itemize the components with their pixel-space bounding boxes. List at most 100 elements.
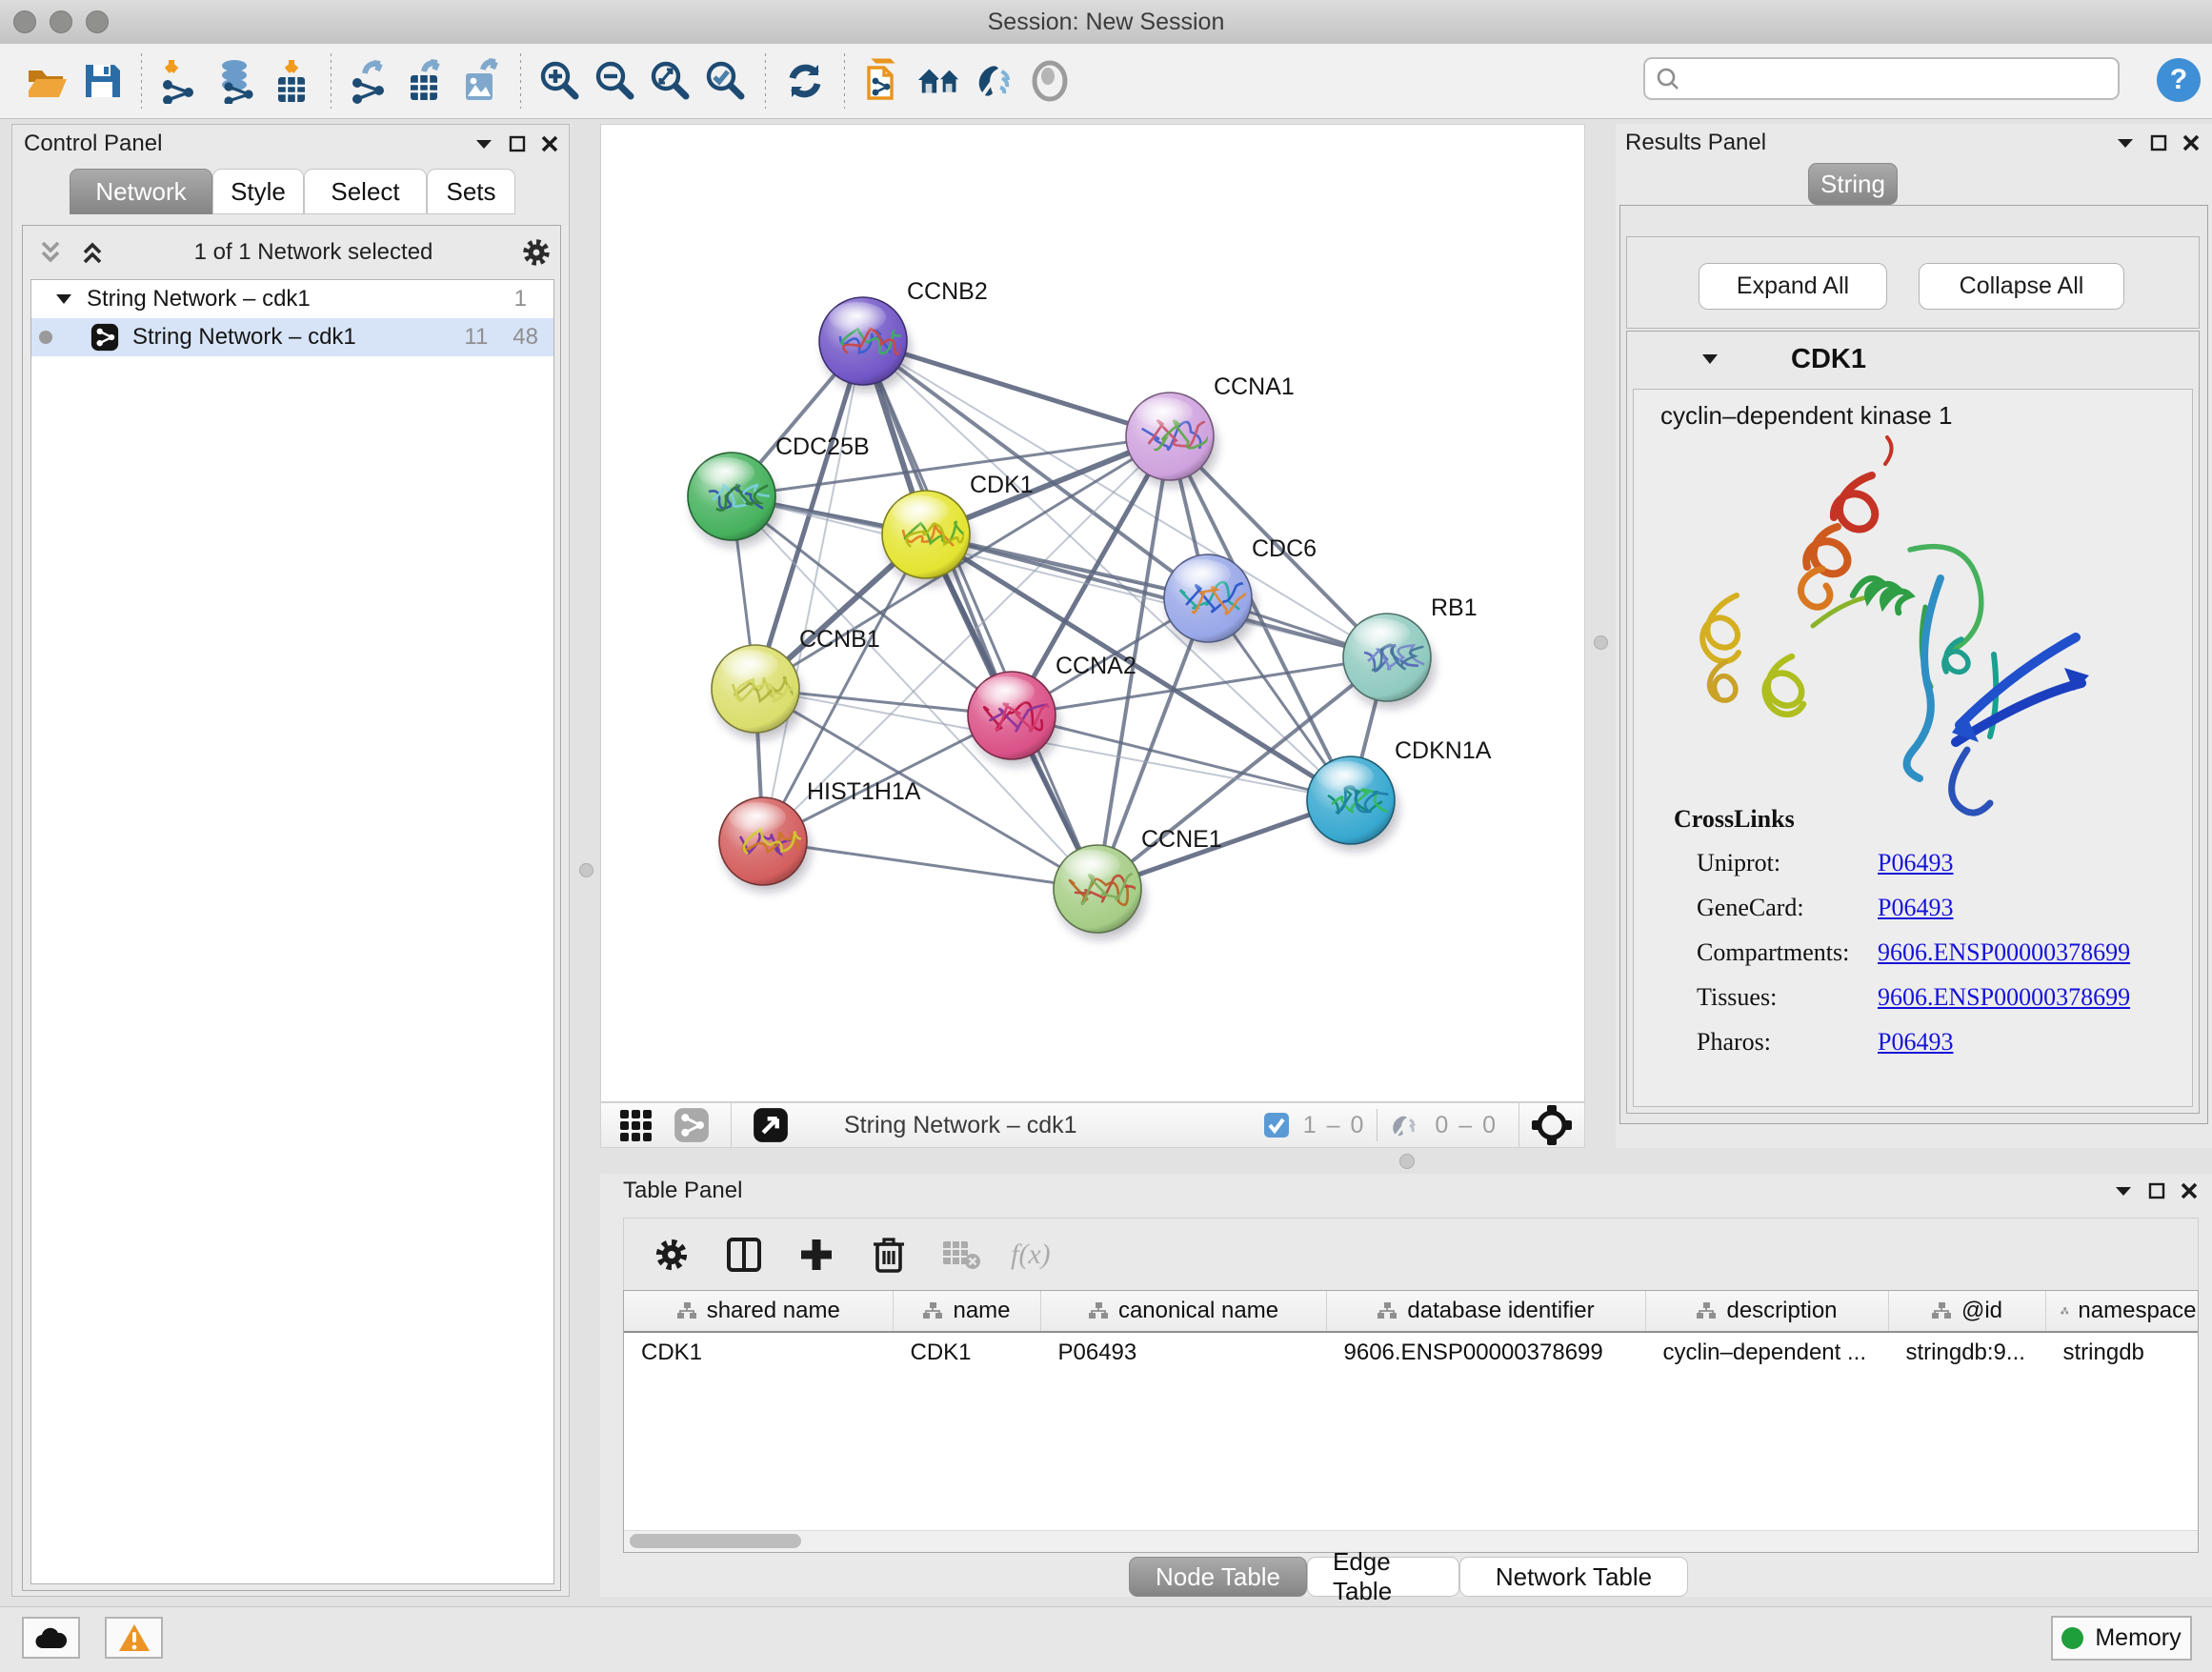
column-header-shared-name[interactable]: shared name <box>624 1291 893 1332</box>
network-node-CDK1[interactable]: CDK1 <box>882 472 1034 585</box>
help-button[interactable]: ? <box>2157 58 2201 102</box>
import-network-file-button[interactable] <box>158 58 204 104</box>
panel-menu-icon[interactable] <box>2113 1183 2134 1199</box>
table-row[interactable]: CDK1 CDK1 P06493 9606.ENSP00000378699 cy… <box>624 1332 2198 1373</box>
cell-description[interactable]: cyclin–dependent ... <box>1645 1332 1888 1373</box>
home-button[interactable] <box>916 58 962 104</box>
tab-node-table[interactable]: Node Table <box>1129 1557 1307 1597</box>
export-network-button[interactable] <box>348 58 393 104</box>
network-view-icon[interactable] <box>674 1107 710 1143</box>
right-splitter-handle[interactable] <box>1594 635 1608 650</box>
network-node-RB1[interactable]: RB1 <box>1343 594 1478 708</box>
crosslink-link[interactable]: P06493 <box>1878 1028 1953 1057</box>
panel-close-icon[interactable] <box>2182 133 2201 152</box>
save-session-button[interactable] <box>79 58 125 104</box>
function-builder-button-disabled: f(x) <box>1011 1239 1051 1271</box>
crosslink-link[interactable]: 9606.ENSP00000378699 <box>1878 983 2130 1012</box>
grid-view-icon[interactable] <box>618 1106 656 1144</box>
network-edge-CCNB2-HIST1H1A[interactable] <box>763 341 863 841</box>
network-node-CDKN1A[interactable]: CDKN1A <box>1307 737 1492 851</box>
network-node-HIST1H1A[interactable]: HIST1H1A <box>719 778 921 892</box>
refresh-view-button[interactable] <box>782 58 828 104</box>
column-header-name[interactable]: name <box>893 1291 1040 1332</box>
cell-shared-name[interactable]: CDK1 <box>624 1332 893 1373</box>
tab-edge-table[interactable]: Edge Table <box>1307 1557 1459 1597</box>
network-options-gear-icon[interactable] <box>520 236 553 269</box>
network-node-CCNB2[interactable]: CCNB2 <box>819 278 988 392</box>
crosslink-link[interactable]: P06493 <box>1878 849 1953 877</box>
show-panel-button[interactable] <box>1027 58 1073 104</box>
table-options-button[interactable] <box>649 1232 694 1278</box>
collapse-all-icon[interactable] <box>36 239 65 266</box>
expand-all-icon[interactable] <box>78 239 107 266</box>
horizontal-splitter-handle[interactable] <box>1399 1154 1415 1169</box>
hidden-eye-icon[interactable] <box>1389 1111 1423 1139</box>
detach-view-icon[interactable] <box>753 1107 789 1143</box>
crosslink-link[interactable]: P06493 <box>1878 894 1953 922</box>
crosslink-link[interactable]: 9606.ENSP00000378699 <box>1878 938 2130 967</box>
panel-close-icon[interactable] <box>2180 1181 2199 1200</box>
network-edge-CCNB2-CCNE1[interactable] <box>863 341 1097 889</box>
node-label-CCNE1: CCNE1 <box>1141 826 1222 853</box>
zoom-selected-button[interactable] <box>703 58 749 104</box>
panel-menu-icon[interactable] <box>2115 135 2136 151</box>
column-header-canonical-name[interactable]: canonical name <box>1040 1291 1326 1332</box>
cell-id[interactable]: stringdb:9... <box>1888 1332 2045 1373</box>
import-table-file-button[interactable] <box>269 58 314 104</box>
zoom-in-button[interactable] <box>537 58 583 104</box>
collapse-all-button[interactable]: Collapse All <box>1919 263 2124 310</box>
cell-namespace[interactable]: stringdb <box>2045 1332 2198 1373</box>
zoom-out-button[interactable] <box>593 58 638 104</box>
search-input[interactable] <box>1643 57 2120 100</box>
warnings-button[interactable] <box>105 1617 163 1659</box>
import-network-database-button[interactable] <box>213 58 259 104</box>
cloud-status-button[interactable] <box>22 1617 80 1659</box>
show-columns-button[interactable] <box>721 1232 767 1278</box>
panel-close-icon[interactable] <box>540 134 559 153</box>
export-table-button[interactable] <box>403 58 449 104</box>
tab-select[interactable]: Select <box>304 169 427 214</box>
network-canvas[interactable]: CCNB2CCNA1CDC25BCDK1CDC6RB1CCNB1CCNA2CDK… <box>600 124 1585 1102</box>
panel-float-icon[interactable] <box>2149 133 2168 152</box>
cell-canonical-name[interactable]: P06493 <box>1040 1332 1326 1373</box>
cell-name[interactable]: CDK1 <box>893 1332 1040 1373</box>
column-header-description[interactable]: description <box>1645 1291 1888 1332</box>
network-edge-CDK1-RB1[interactable] <box>926 534 1387 657</box>
network-node-CCNB1[interactable]: CCNB1 <box>712 626 880 739</box>
tab-network[interactable]: Network <box>70 169 212 214</box>
column-header-namespace[interactable]: namespace <box>2045 1291 2198 1332</box>
cloud-icon <box>34 1625 69 1650</box>
selected-checkbox-icon[interactable] <box>1263 1112 1290 1138</box>
hide-panel-button[interactable] <box>972 58 1017 104</box>
tab-string[interactable]: String <box>1808 163 1898 205</box>
create-column-button[interactable] <box>794 1232 839 1278</box>
open-session-button[interactable] <box>24 58 70 104</box>
birds-eye-view-icon[interactable] <box>1531 1104 1573 1146</box>
delete-column-button[interactable] <box>866 1232 912 1278</box>
zoom-fit-button[interactable] <box>648 58 694 104</box>
expand-all-button[interactable]: Expand All <box>1699 263 1887 310</box>
tab-network-table[interactable]: Network Table <box>1459 1557 1688 1597</box>
tab-sets[interactable]: Sets <box>427 169 515 214</box>
tree-expander-icon[interactable] <box>54 292 73 307</box>
cell-database-identifier[interactable]: 9606.ENSP00000378699 <box>1326 1332 1645 1373</box>
share-document-button[interactable] <box>861 58 907 104</box>
panel-float-icon[interactable] <box>508 134 527 153</box>
memory-button[interactable]: Memory <box>2051 1616 2192 1661</box>
network-edge-CCNE1-HIST1H1A[interactable] <box>763 841 1097 889</box>
left-splitter-handle[interactable] <box>579 863 593 877</box>
export-image-button[interactable] <box>458 58 504 104</box>
panel-menu-icon[interactable] <box>473 136 494 151</box>
column-header-id[interactable]: @id <box>1888 1291 2045 1332</box>
network-collection-row[interactable]: String Network – cdk1 1 <box>31 280 553 318</box>
panel-float-icon[interactable] <box>2147 1181 2166 1200</box>
section-expander-icon[interactable] <box>1699 352 1720 367</box>
current-network-dot <box>39 331 52 344</box>
network-node-CCNA1[interactable]: CCNA1 <box>1126 373 1295 487</box>
column-type-icon <box>2061 1301 2069 1320</box>
memory-label: Memory <box>2095 1624 2181 1652</box>
scrollbar-thumb[interactable] <box>630 1534 801 1548</box>
network-row-selected[interactable]: String Network – cdk1 11 48 <box>31 318 553 356</box>
tab-style[interactable]: Style <box>212 169 304 214</box>
column-header-database-identifier[interactable]: database identifier <box>1326 1291 1645 1332</box>
